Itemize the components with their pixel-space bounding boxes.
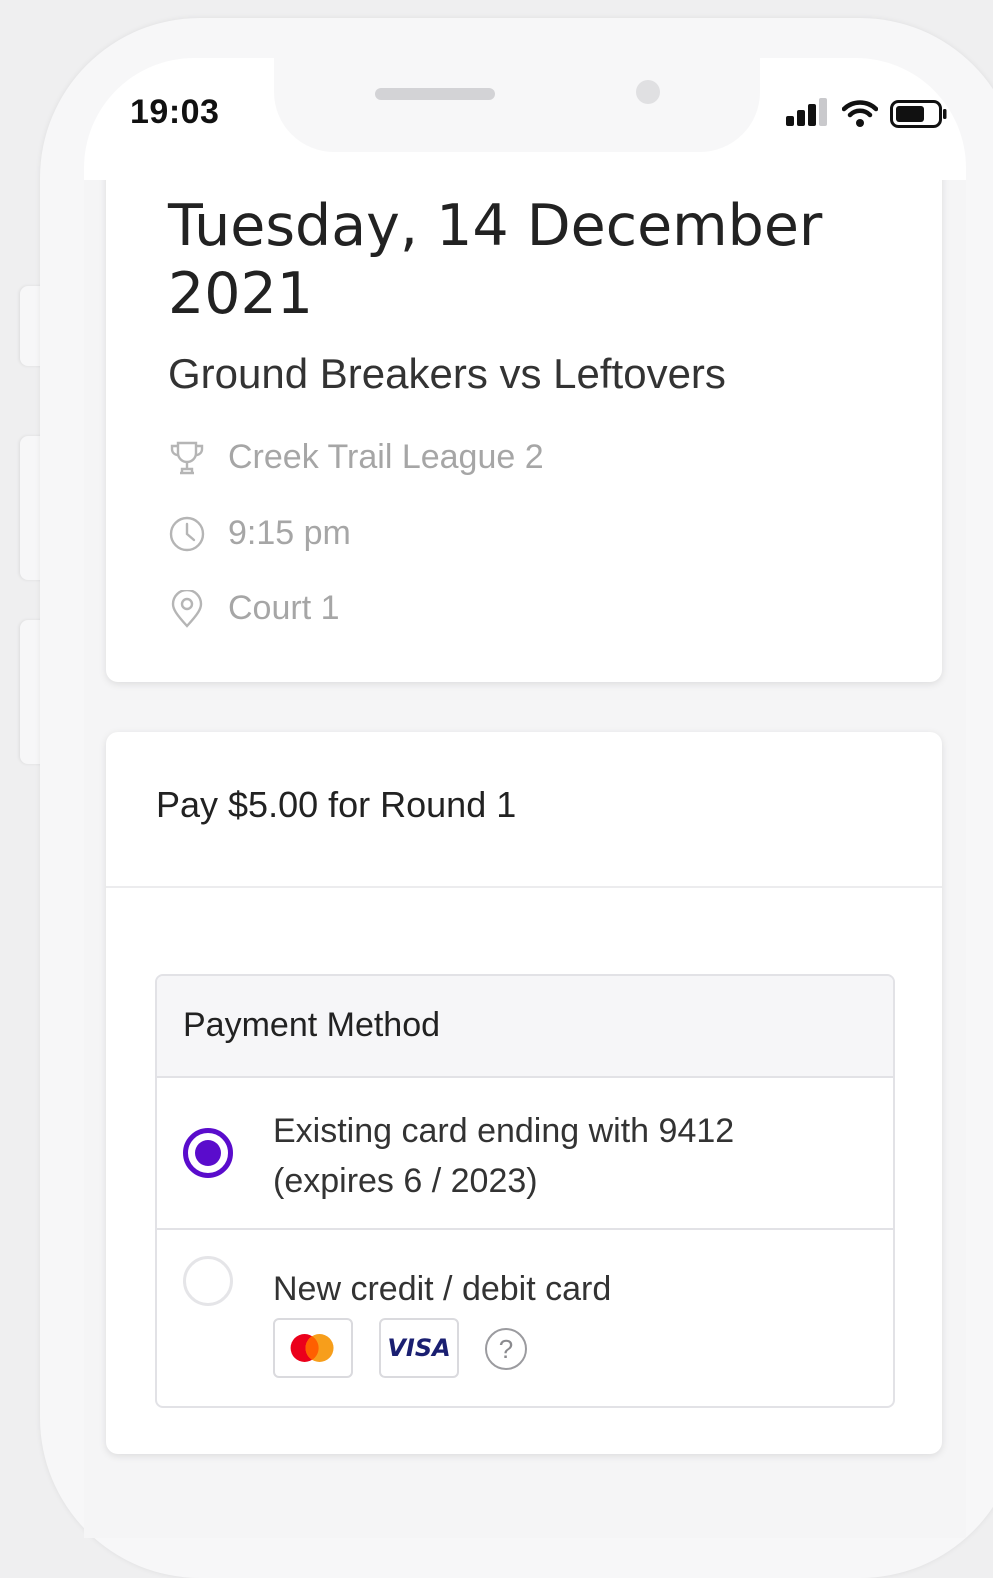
league-row: Creek Trail League 2: [168, 438, 544, 477]
payment-method-label: Payment Method: [183, 1006, 441, 1044]
league-name: Creek Trail League 2: [228, 438, 544, 476]
event-date: Tuesday, 14 December 2021: [168, 193, 823, 327]
divider: [106, 886, 942, 888]
location-row: Court 1: [168, 589, 340, 628]
match-title: Ground Breakers vs Leftovers: [168, 350, 726, 397]
visa-icon: VISA: [379, 1318, 459, 1378]
match-time: 9:15 pm: [228, 514, 351, 552]
existing-card-label: Existing card ending with 9412: [273, 1112, 735, 1150]
new-card-radio[interactable]: [183, 1256, 233, 1306]
match-location: Court 1: [228, 589, 340, 627]
battery-icon: [890, 100, 947, 128]
trophy-icon: [170, 441, 204, 474]
time-row: 9:15 pm: [168, 514, 351, 553]
location-pin-icon: [171, 589, 203, 628]
signal-icon: [786, 98, 827, 126]
front-camera: [636, 80, 660, 104]
existing-card-option[interactable]: Existing card ending with 9412 (expires …: [157, 1078, 893, 1230]
status-time: 19:03: [130, 93, 220, 131]
new-card-label: New credit / debit card: [273, 1270, 612, 1308]
speaker: [375, 88, 495, 100]
payment-method-header: Payment Method: [157, 976, 893, 1078]
new-card-option[interactable]: New credit / debit card VISA ?: [157, 1230, 893, 1404]
notch: [274, 58, 760, 152]
payment-title: Pay $5.00 for Round 1: [156, 784, 517, 825]
wifi-icon: [842, 100, 878, 127]
existing-card-radio[interactable]: [183, 1128, 233, 1178]
visa-text: VISA: [387, 1334, 451, 1362]
mastercard-icon: [273, 1318, 353, 1378]
help-icon[interactable]: ?: [485, 1328, 527, 1370]
clock-icon: [169, 516, 205, 551]
payment-method-box: Payment Method Existing card ending with…: [155, 974, 895, 1408]
existing-card-expiry: (expires 6 / 2023): [273, 1162, 538, 1200]
